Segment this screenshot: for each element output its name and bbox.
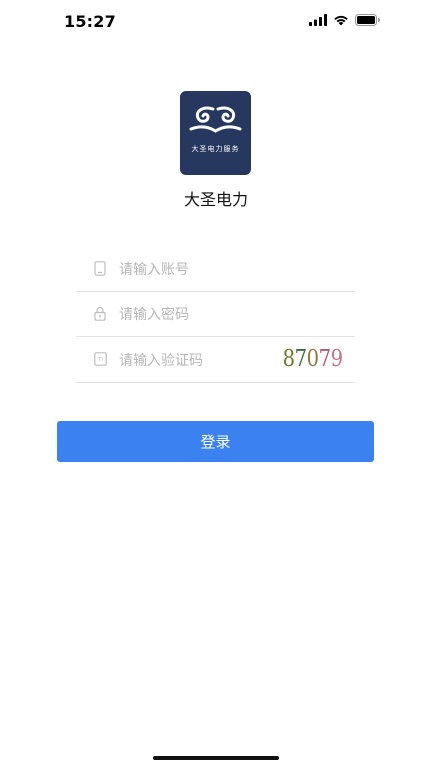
status-bar: 15:27 [0,0,432,44]
status-icons [309,14,380,26]
captcha-placeholder: 请输入验证码 [119,353,203,369]
captcha-digit: 7 [294,346,307,372]
account-field[interactable]: 请输入账号 [76,246,355,292]
status-time: 15:27 [64,12,116,31]
app-logo: 大圣电力服务 [180,91,251,175]
captcha-field[interactable]: TI 请输入验证码 87079 [76,337,355,383]
account-placeholder: 请输入账号 [119,262,189,278]
app-name: 大圣电力 [183,190,248,209]
password-field[interactable]: 请输入密码 [76,291,355,337]
login-button[interactable]: 登录 [57,421,374,462]
logo-text: 大圣电力服务 [191,145,240,153]
svg-text:TI: TI [97,357,103,363]
captcha-digit: 8 [282,346,295,372]
captcha-box-icon: TI [94,352,107,366]
phone-icon [94,261,106,276]
cellular-signal-icon [309,14,327,26]
captcha-digit: 0 [306,346,319,372]
lock-icon [94,306,106,321]
captcha-digit: 9 [330,346,343,372]
wifi-icon [334,15,348,26]
logo-cloud-mark-icon [189,106,242,133]
battery-icon [355,14,380,26]
home-indicator[interactable] [153,756,279,760]
password-placeholder: 请输入密码 [119,307,189,323]
captcha-image[interactable]: 87079 [282,346,344,372]
captcha-digit: 7 [318,346,331,372]
